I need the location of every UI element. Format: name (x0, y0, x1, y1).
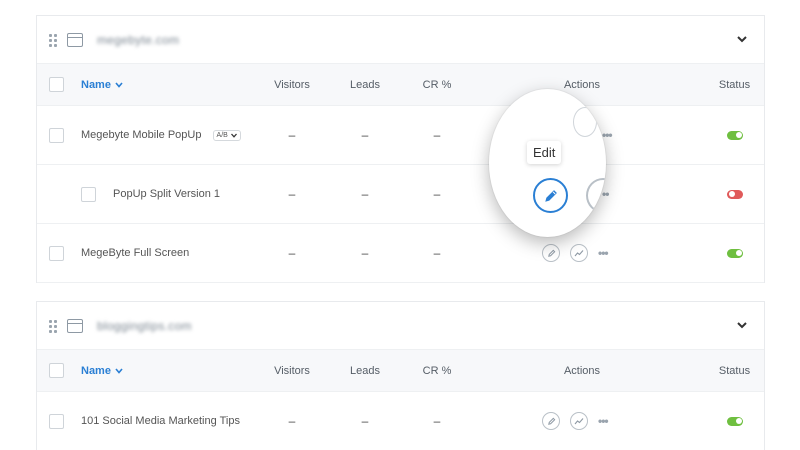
campaign-name[interactable]: MegeByte Full Screen (81, 247, 189, 259)
more-dots-icon[interactable]: ••• (602, 128, 613, 142)
cr-value: – (433, 246, 441, 260)
chevron-down-icon (115, 367, 123, 374)
chevron-down-icon[interactable] (736, 319, 748, 331)
edit-tooltip: Edit (527, 141, 562, 164)
select-all-checkbox[interactable] (49, 363, 64, 378)
visitors-value: – (288, 128, 296, 142)
row-checkbox[interactable] (49, 127, 64, 143)
status-toggle[interactable] (727, 416, 743, 426)
row-actions: ••• (602, 128, 613, 142)
leads-header: Leads (350, 364, 380, 377)
status-header: Status (718, 78, 751, 91)
site-header[interactable]: megebyte.com (37, 16, 764, 64)
more-dots-icon[interactable]: ••• (598, 414, 609, 428)
cr-header: CR % (422, 78, 452, 91)
visitors-header: Visitors (274, 364, 310, 377)
chevron-down-icon[interactable] (736, 33, 748, 45)
site-name: bloggingtips.com (97, 318, 192, 333)
edit-button-highlighted[interactable] (533, 178, 568, 213)
cr-header: CR % (422, 364, 452, 377)
table-row: Megebyte Mobile PopUp A/B – – – ••• (37, 106, 764, 165)
site-card-2: bloggingtips.com Name Visitors Leads CR … (36, 301, 765, 450)
edit-button[interactable] (542, 412, 560, 430)
status-header: Status (718, 364, 751, 377)
row-actions: ••• (542, 244, 609, 262)
visitors-value: – (288, 187, 296, 201)
leads-value: – (361, 187, 369, 201)
chevron-down-icon (230, 133, 237, 138)
status-toggle[interactable] (727, 130, 743, 140)
drag-handle-icon[interactable] (49, 33, 57, 47)
sort-name-header[interactable]: Name (81, 365, 123, 377)
pencil-icon (547, 249, 555, 257)
table-header: Name Visitors Leads CR % Actions Status (37, 350, 764, 392)
cr-value: – (433, 187, 441, 201)
name-header-label: Name (81, 364, 111, 377)
row-actions: ••• (542, 412, 609, 430)
campaign-name[interactable]: PopUp Split Version 1 (113, 188, 220, 200)
actions-header: Actions (563, 364, 601, 377)
status-toggle[interactable] (727, 189, 743, 199)
table-row: PopUp Split Version 1 – – – •• (37, 165, 764, 224)
select-all-checkbox[interactable] (49, 77, 64, 92)
table-row: 101 Social Media Marketing Tips – – – ••… (37, 392, 764, 450)
edit-button[interactable] (542, 244, 560, 262)
more-dots-icon[interactable]: ••• (598, 246, 609, 260)
site-card-1: megebyte.com Name Visitors Leads CR % Ac… (36, 15, 765, 283)
leads-value: – (361, 128, 369, 142)
cr-value: – (433, 128, 441, 142)
ab-test-dropdown[interactable]: A/B (212, 129, 241, 141)
stats-button[interactable] (570, 412, 588, 430)
sort-name-header[interactable]: Name (81, 79, 123, 91)
status-toggle[interactable] (727, 248, 743, 258)
campaign-name-cell: Megebyte Mobile PopUp A/B (81, 129, 241, 141)
browser-window-icon (67, 318, 83, 333)
table-row: MegeByte Full Screen – – – ••• (37, 224, 764, 283)
stats-button[interactable] (570, 244, 588, 262)
pencil-icon (547, 417, 555, 425)
leads-value: – (361, 414, 369, 428)
leads-header: Leads (350, 78, 380, 91)
visitors-header: Visitors (274, 78, 310, 91)
cr-value: – (433, 414, 441, 428)
browser-window-icon (67, 32, 83, 47)
table-header: Name Visitors Leads CR % Actions Status (37, 64, 764, 106)
row-checkbox[interactable] (81, 186, 96, 202)
campaign-name[interactable]: 101 Social Media Marketing Tips (81, 415, 240, 427)
drag-handle-icon[interactable] (49, 319, 57, 333)
trend-chart-icon (574, 250, 584, 257)
visitors-value: – (288, 414, 296, 428)
campaign-name[interactable]: Megebyte Mobile PopUp (81, 129, 201, 141)
site-name: megebyte.com (97, 32, 180, 47)
visitors-value: – (288, 246, 296, 260)
chevron-down-icon (115, 81, 123, 88)
stats-button-partial (586, 178, 606, 213)
site-header[interactable]: bloggingtips.com (37, 302, 764, 350)
name-header-label: Name (81, 78, 111, 91)
magnifier-lens: Edit (489, 89, 606, 237)
lens-partial-button (573, 107, 597, 137)
pencil-icon (544, 189, 557, 202)
row-checkbox[interactable] (49, 245, 64, 261)
ab-badge-label: A/B (216, 131, 228, 139)
trend-chart-icon (574, 418, 584, 425)
row-checkbox[interactable] (49, 413, 64, 429)
leads-value: – (361, 246, 369, 260)
